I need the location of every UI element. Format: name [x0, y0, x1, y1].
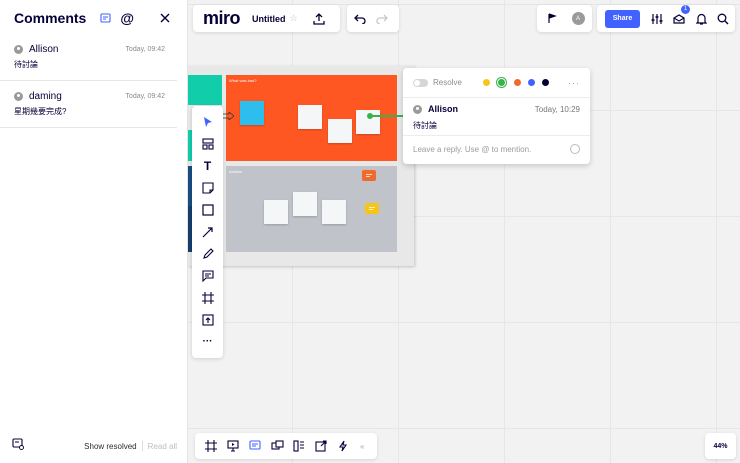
lightning-icon[interactable]	[332, 435, 354, 457]
avatar	[14, 45, 23, 54]
filter-comments-icon[interactable]	[98, 11, 112, 25]
upload-icon[interactable]	[200, 312, 215, 327]
redo-icon[interactable]	[371, 8, 393, 30]
sticky-note[interactable]	[264, 200, 288, 224]
comments-panel-icon[interactable]	[244, 435, 266, 457]
show-resolved-button[interactable]: Show resolved	[84, 442, 136, 451]
embed-icon[interactable]	[310, 435, 332, 457]
more-options-icon[interactable]: ···	[568, 78, 580, 88]
teal-frame-strip[interactable]	[188, 75, 222, 105]
comment-settings-icon[interactable]	[12, 437, 24, 455]
frame-icon[interactable]	[200, 290, 215, 305]
more-tools-icon[interactable]: ···	[200, 334, 215, 349]
kanban-icon[interactable]	[288, 435, 310, 457]
sticky-note[interactable]	[298, 105, 322, 129]
select-icon[interactable]	[200, 114, 215, 129]
comments-header: Comments @	[0, 0, 187, 36]
connection-line-icon[interactable]	[200, 224, 215, 239]
board-title-bar: miro Untitled ☆	[193, 5, 340, 32]
presentation-icon[interactable]	[222, 435, 244, 457]
comment-connector	[370, 115, 403, 117]
close-icon[interactable]	[159, 11, 173, 25]
comment-popover: Resolve ··· Allison Today, 10:29 待討論 Lea…	[403, 68, 590, 164]
comment-text: 待討論	[14, 60, 38, 69]
reply-field[interactable]: Leave a reply. Use @ to mention.	[403, 136, 590, 162]
templates-icon[interactable]	[200, 136, 215, 151]
sticky-note[interactable]	[293, 192, 317, 216]
bottom-toolbar: «	[195, 433, 377, 459]
resolve-toggle[interactable]	[413, 78, 428, 87]
color-option-green-selected[interactable]	[495, 77, 507, 88]
settings-sliders-icon[interactable]	[646, 8, 668, 30]
pen-icon[interactable]	[200, 246, 215, 261]
color-option-dark[interactable]	[541, 79, 549, 86]
comment-text: 待討論	[413, 121, 437, 130]
user-avatar[interactable]: A	[567, 8, 589, 30]
undo-icon[interactable]	[349, 8, 371, 30]
popover-header: Resolve ···	[403, 68, 590, 98]
sticky-note[interactable]	[240, 101, 264, 125]
mentions-button[interactable]: @	[120, 10, 134, 26]
comment-time: Today, 09:42	[125, 46, 165, 53]
avatar	[14, 92, 23, 101]
collapse-toolbar-icon[interactable]: «	[360, 442, 364, 451]
avatar	[413, 104, 422, 114]
comments-panel: Comments @ Allison Today, 09:42 待討論 dami…	[0, 0, 188, 463]
comment-thread[interactable]: daming Today, 09:42 星期幾要完成?	[0, 83, 177, 128]
comment-pin-icon[interactable]	[365, 203, 379, 214]
star-icon[interactable]: ☆	[290, 13, 298, 24]
arrow-shape-icon[interactable]	[222, 112, 234, 120]
screen-share-icon[interactable]	[266, 435, 288, 457]
miro-logo[interactable]: miro	[203, 8, 241, 29]
read-all-button[interactable]: Read all	[148, 442, 177, 451]
comments-title: Comments	[14, 10, 87, 26]
undo-redo-bar	[347, 5, 399, 32]
popover-comment: Allison Today, 10:29 待討論	[403, 98, 590, 136]
frame-label: What was bad?	[229, 78, 257, 83]
comment-time: Today, 09:42	[125, 93, 165, 100]
resolve-label: Resolve	[433, 78, 462, 87]
reply-placeholder: Leave a reply. Use @ to mention.	[413, 144, 532, 154]
creation-toolbar: T ···	[192, 106, 223, 358]
inbox-icon[interactable]: 1	[668, 4, 690, 30]
sticky-note-icon[interactable]	[200, 180, 215, 195]
comment-pin-icon[interactable]	[362, 170, 376, 181]
sticky-note[interactable]	[322, 200, 346, 224]
sticky-note[interactable]	[328, 119, 352, 143]
color-option-orange[interactable]	[513, 79, 521, 86]
text-icon[interactable]: T	[200, 158, 215, 173]
search-icon[interactable]	[712, 8, 734, 30]
comment-text: 星期幾要完成?	[14, 107, 67, 116]
comment-author: Allison	[428, 104, 459, 114]
board-name[interactable]: Untitled	[252, 14, 286, 24]
shape-icon[interactable]	[200, 202, 215, 217]
emoji-icon[interactable]	[570, 144, 580, 154]
comment-anchor[interactable]	[367, 113, 373, 119]
export-icon[interactable]	[308, 8, 330, 30]
frames-icon[interactable]	[200, 435, 222, 457]
frame-label: Actions	[229, 169, 243, 174]
comment-author: Allison	[29, 44, 59, 55]
color-option-blue[interactable]	[527, 79, 535, 86]
color-option-yellow[interactable]	[482, 79, 490, 86]
notification-badge: 1	[681, 4, 690, 14]
share-button[interactable]: Share	[605, 9, 640, 28]
divider	[141, 441, 143, 451]
comment-thread[interactable]: Allison Today, 09:42 待討論	[0, 36, 177, 81]
reactions-icon[interactable]	[541, 8, 563, 30]
bell-icon[interactable]	[690, 8, 712, 30]
toolbar-right: Share 1	[597, 4, 735, 32]
comments-footer: Show resolved Read all	[12, 437, 177, 455]
comment-author: daming	[29, 91, 62, 102]
collaborators-bar: A	[537, 5, 592, 32]
comment-time: Today, 10:29	[534, 104, 580, 114]
zoom-level[interactable]: 44%	[705, 433, 736, 459]
comment-icon[interactable]	[200, 268, 215, 283]
